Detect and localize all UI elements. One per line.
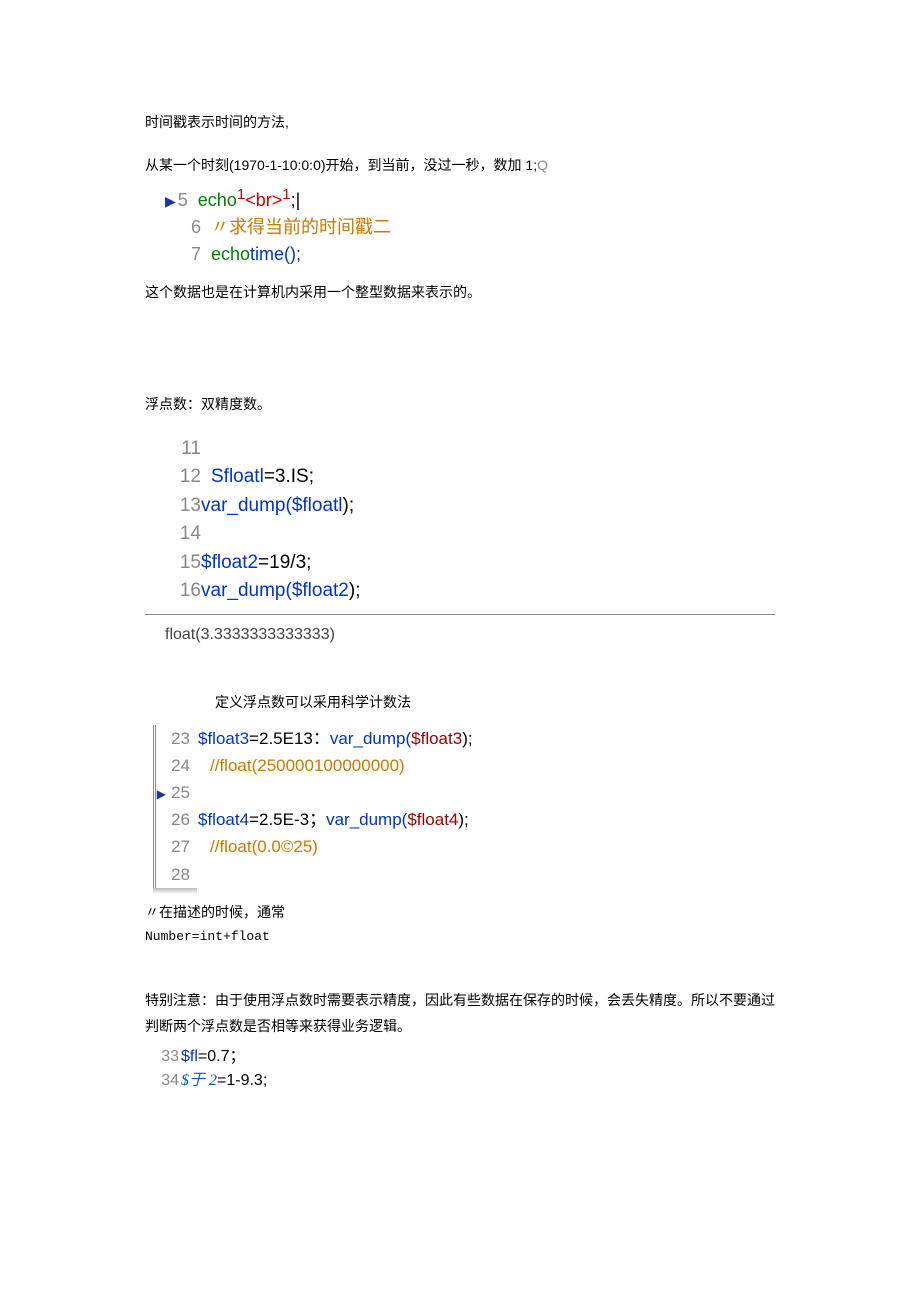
variable: $floatl (292, 495, 343, 516)
function-var-dump: var_dump( (201, 580, 292, 601)
code-line-26: 26 $float4=2.5E-3；var_dump($float4); (156, 806, 775, 833)
line-number: 33 (159, 1045, 179, 1069)
code-block-4: 33 $fl=0.7； 34 $于 2=1-9.3; (159, 1045, 775, 1093)
line-number: 28 (156, 861, 198, 888)
code-line-5: ▶5 echo1<br>1;| (165, 184, 775, 214)
variable: $float2 (201, 552, 258, 573)
paragraph-describe-usually: 〃在描述的时候，通常 (145, 900, 775, 925)
line-number: 6 (165, 214, 201, 241)
operator: = (249, 729, 259, 748)
paragraph-epoch: 从某一个时刻(1970-1-10:0:0)开始，到当前，没过一秒，数加 1;Q (145, 153, 775, 178)
line-number: 14 (165, 520, 201, 549)
text-epoch-c: 开始，到当前，没过一秒，数加 1; (326, 157, 538, 173)
code-line-33: 33 $fl=0.7； (159, 1045, 775, 1069)
string-lit: 1 (237, 186, 245, 203)
code-line-24: 24 //float(250000100000000) (156, 752, 775, 779)
literal: 19/3; (269, 552, 311, 573)
line-number: 25 (166, 779, 198, 806)
code-block-3: 23 $float3=2.5E13：var_dump($float3); 24 … (153, 725, 775, 888)
line-number: 15 (165, 549, 201, 578)
code-line-28: 28 (156, 861, 775, 888)
line-number: 5 (178, 190, 188, 210)
literal: 2.5E-3； (259, 810, 326, 829)
code-tail: ;| (291, 190, 301, 210)
function-var-dump: var_dump( (326, 810, 407, 829)
code-block-2: 11 12 Sfloatl=3.IS; 13 var_dump($floatl)… (165, 435, 775, 606)
code-line-11: 11 (165, 435, 775, 464)
operator: = (264, 466, 275, 487)
text-cursor-icon: Q (537, 157, 548, 173)
function-var-dump: var_dump( (330, 729, 411, 748)
variable: $float3 (198, 729, 249, 748)
line-number: 34 (159, 1069, 179, 1093)
variable: $float4 (198, 810, 249, 829)
line-number: 11 (165, 435, 201, 464)
comment: 〃求得当前的时间戳二 (211, 214, 391, 241)
comment: //float(0.0©25) (210, 837, 318, 856)
operator: = (249, 810, 259, 829)
keyword-echo: echo (211, 244, 250, 264)
operator: = (217, 1072, 226, 1089)
code-line-14: 14 (165, 520, 775, 549)
code-tail: ); (349, 580, 361, 601)
paragraph-precision-warning: 特别注意：由于使用浮点数时需要表示精度，因此有些数据在保存的时候，会丢失精度。所… (145, 988, 775, 1038)
line-number: 13 (165, 492, 201, 521)
string-lit: 1 (282, 186, 290, 203)
text-epoch-b: 1970-1-10:0:0) (234, 157, 326, 173)
output-float: float(3.3333333333333) (165, 621, 775, 650)
line-number: 26 (156, 806, 198, 833)
variable: Sfloatl (211, 466, 264, 487)
horizontal-rule (145, 614, 775, 615)
paragraph-integer-storage: 这个数据也是在计算机内采用一个整型数据来表示的。 (145, 280, 775, 305)
code-tail: ); (343, 495, 355, 516)
function-time: time(); (250, 244, 301, 264)
text-epoch-a: 从某一个时刻( (145, 157, 234, 173)
variable: $于 2 (181, 1072, 217, 1089)
comment: //float(250000100000000) (210, 756, 405, 775)
line-number: 12 (165, 463, 201, 492)
code-line-27: 27 //float(0.0©25) (156, 833, 775, 860)
code-tail: ); (458, 810, 468, 829)
code-number-type: Number=int+float (145, 925, 775, 948)
variable: $float3 (411, 729, 462, 748)
arrow-icon: ▶ (156, 785, 166, 804)
code-line-23: 23 $float3=2.5E13：var_dump($float3); (156, 725, 775, 752)
line-number: 27 (156, 833, 198, 860)
operator: = (258, 552, 269, 573)
line-number: 7 (165, 241, 201, 268)
variable: $fl (181, 1048, 198, 1065)
code-block-1: ▶5 echo1<br>1;| 6 〃求得当前的时间戳二 7 echotime(… (165, 184, 775, 268)
paragraph-float-double: 浮点数：双精度数。 (145, 392, 775, 417)
code-line-25: ▶ 25 (156, 779, 775, 806)
code-line-13: 13 var_dump($floatl); (165, 492, 775, 521)
code-tail: ); (462, 729, 472, 748)
operator: = (198, 1048, 207, 1065)
line-number: 24 (156, 752, 198, 779)
variable: $float4 (407, 810, 458, 829)
arrow-icon: ▶ (165, 193, 176, 209)
keyword-echo: echo (198, 190, 237, 210)
literal: 0.7； (207, 1048, 245, 1065)
string-lit: <br> (245, 190, 282, 210)
paragraph-timestamp-method: 时间戳表示时间的方法, (145, 110, 775, 135)
code-line-7: 7 echotime(); (165, 241, 775, 268)
literal: 3.IS; (275, 466, 314, 487)
function-var-dump: var_dump( (201, 495, 292, 516)
code-line-12: 12 Sfloatl=3.IS; (165, 463, 775, 492)
literal: 2.5E13： (259, 729, 330, 748)
literal: 1-9.3; (226, 1072, 267, 1089)
code-line-15: 15 $float2=19/3; (165, 549, 775, 578)
code-line-16: 16 var_dump($float2); (165, 577, 775, 606)
code-line-34: 34 $于 2=1-9.3; (159, 1069, 775, 1093)
line-number: 16 (165, 577, 201, 606)
code-line-6: 6 〃求得当前的时间戳二 (165, 214, 775, 241)
variable: $float2 (292, 580, 349, 601)
line-number: 23 (156, 725, 198, 752)
paragraph-scientific-notation: 定义浮点数可以采用科学计数法 (215, 690, 775, 715)
document-page: 时间戳表示时间的方法, 从某一个时刻(1970-1-10:0:0)开始，到当前，… (0, 0, 920, 1133)
